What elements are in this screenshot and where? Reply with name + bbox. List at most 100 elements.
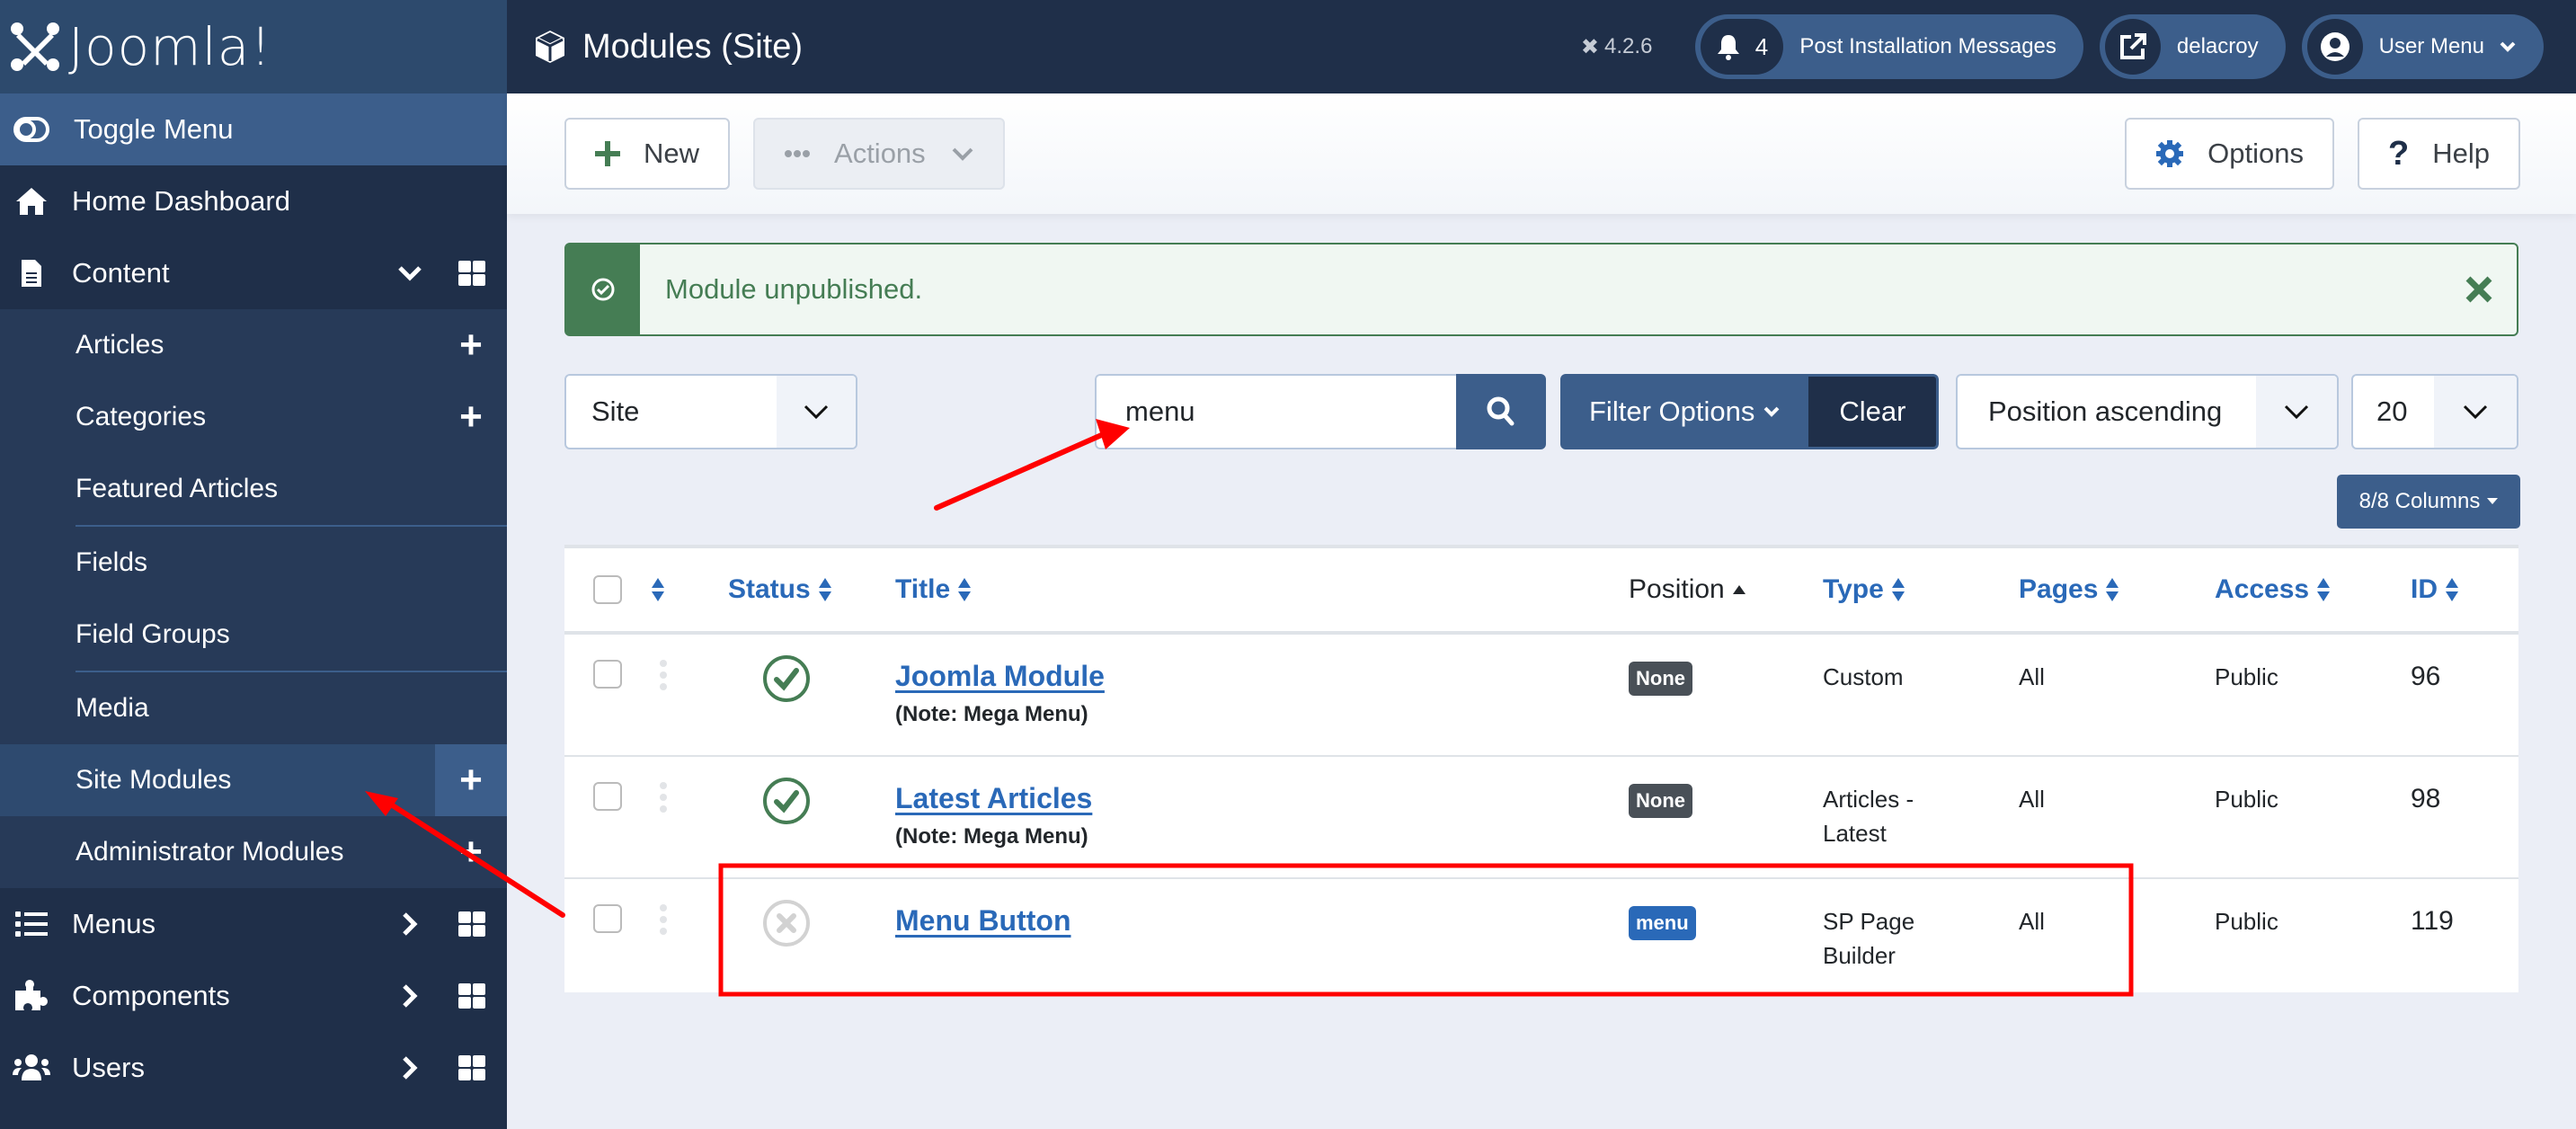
limit-select[interactable]: 20 [2351, 374, 2518, 449]
sidebar-item-components[interactable]: Components [0, 960, 507, 1032]
filter-options-button[interactable]: Filter Options [1560, 374, 1809, 449]
columns-toggle-button[interactable]: 8/8 Columns [2337, 475, 2520, 529]
clear-button[interactable]: Clear [1808, 374, 1940, 449]
sidebar-item-media[interactable]: Media [0, 672, 507, 744]
sidebar-item-featured-articles[interactable]: Featured Articles [0, 453, 507, 525]
help-button[interactable]: ? Help [2358, 118, 2520, 190]
module-pages: All [2019, 663, 2045, 690]
drag-handle-icon[interactable] [651, 782, 728, 813]
pages-header[interactable]: Pages [2019, 574, 2215, 605]
help-label: Help [2432, 138, 2490, 169]
view-site-button[interactable]: delacroy [2099, 14, 2286, 79]
type-line: SP Page [1823, 908, 1915, 935]
chevron-right-icon[interactable] [383, 1055, 437, 1080]
joomla-small-icon: ✖ [1580, 34, 1600, 59]
limit-select-value: 20 [2376, 396, 2408, 427]
chevron-right-icon[interactable] [383, 983, 437, 1009]
module-pages: All [2019, 908, 2045, 935]
list-icon [0, 911, 63, 938]
row-checkbox[interactable] [593, 782, 622, 811]
toggle-menu[interactable]: Toggle Menu [0, 93, 507, 165]
status-header[interactable]: Status [728, 574, 895, 605]
unpublished-x-icon[interactable] [762, 899, 811, 947]
field-groups-label: Field Groups [76, 619, 230, 649]
fields-label: Fields [76, 547, 148, 577]
module-title-link[interactable]: Latest Articles [895, 782, 1092, 814]
published-check-icon[interactable] [762, 654, 811, 703]
search-icon [1487, 396, 1515, 426]
type-header[interactable]: Type [1823, 574, 2019, 605]
sidebar-item-content[interactable]: Content [0, 237, 507, 309]
table-row: Latest Articles (Note: Mega Menu) None A… [564, 757, 2518, 879]
type-line: Latest [1823, 820, 1887, 847]
file-icon [0, 258, 63, 289]
users-icon [0, 1053, 63, 1082]
add-article-plus-icon[interactable]: + [435, 309, 507, 381]
sidebar-item-home[interactable]: Home Dashboard [0, 165, 507, 237]
sort-icon [652, 578, 664, 601]
categories-label: Categories [76, 402, 207, 431]
client-select[interactable]: Site [564, 374, 857, 449]
drag-handle-icon[interactable] [651, 660, 728, 690]
add-category-plus-icon[interactable]: + [435, 381, 507, 453]
sort-icon [958, 578, 972, 601]
row-checkbox[interactable] [593, 660, 622, 689]
module-title-link[interactable]: Joomla Module [895, 660, 1105, 692]
module-type: Custom [1823, 660, 2019, 694]
id-header[interactable]: ID [2411, 574, 2500, 605]
position-header[interactable]: Position [1629, 574, 1823, 605]
ordering-sort[interactable] [651, 577, 728, 602]
options-button[interactable]: Options [2125, 118, 2335, 190]
search-button[interactable] [1456, 374, 1546, 449]
title-header[interactable]: Title [895, 574, 1629, 605]
actions-label: Actions [834, 138, 926, 169]
published-check-icon[interactable] [762, 777, 811, 825]
site-modules-label: Site Modules [76, 765, 232, 795]
home-icon [0, 186, 63, 217]
module-id: 98 [2411, 784, 2441, 813]
dashboard-grid-icon[interactable] [437, 911, 507, 937]
brand-name: Joomla! [68, 16, 272, 77]
access-header[interactable]: Access [2215, 574, 2411, 605]
search-input[interactable]: menu [1095, 374, 1456, 449]
sidebar-item-articles[interactable]: Articles + [0, 309, 507, 381]
new-button[interactable]: New [564, 118, 731, 190]
module-title-link[interactable]: Menu Button [895, 904, 1071, 937]
type-header-label: Type [1823, 574, 1884, 604]
select-all-checkbox[interactable] [593, 575, 622, 604]
dashboard-grid-icon[interactable] [437, 261, 507, 286]
drag-handle-icon[interactable] [651, 904, 728, 935]
site-name-label: delacroy [2176, 34, 2259, 58]
sort-select[interactable]: Position ascending [1956, 374, 2339, 449]
version-text: 4.2.6 [1604, 34, 1653, 58]
row-checkbox[interactable] [593, 904, 622, 933]
dashboard-grid-icon[interactable] [437, 1055, 507, 1080]
sidebar-item-users[interactable]: Users [0, 1032, 507, 1104]
sidebar-item-categories[interactable]: Categories + [0, 381, 507, 453]
sidebar-item-fields[interactable]: Fields [0, 527, 507, 599]
sidebar-item-field-groups[interactable]: Field Groups [0, 599, 507, 671]
chevron-down-icon[interactable] [383, 265, 437, 281]
add-site-module-plus-icon[interactable]: + [435, 744, 507, 816]
list-controls: Position ascending 20 [1956, 374, 2518, 449]
sort-asc-icon [1732, 585, 1745, 594]
dashboard-grid-icon[interactable] [437, 983, 507, 1009]
module-type: SP Page Builder [1823, 904, 2019, 973]
chevron-down-icon [804, 404, 829, 420]
sort-icon [2317, 578, 2331, 601]
columns-label: 8/8 Columns [2358, 489, 2481, 513]
joomla-logo[interactable]: Joomla! [0, 0, 507, 93]
post-installation-messages-button[interactable]: 4 Post Installation Messages [1695, 14, 2083, 79]
sidebar-item-administrator-modules[interactable]: Administrator Modules + [0, 816, 507, 888]
user-menu-button[interactable]: User Menu [2301, 14, 2544, 79]
table-header: Status Title Position Type Pages Access … [564, 545, 2518, 635]
sidebar-item-site-modules[interactable]: Site Modules + [0, 744, 507, 816]
close-alert-button[interactable] [2465, 275, 2493, 304]
menus-label: Menus [72, 908, 156, 939]
sidebar-item-menus[interactable]: Menus [0, 888, 507, 960]
caret-down-icon [2487, 498, 2499, 504]
add-admin-module-plus-icon[interactable]: + [435, 816, 507, 888]
top-header: Modules (Site) ✖ 4.2.6 4 Post Installati… [507, 0, 2576, 93]
actions-button[interactable]: Actions [753, 118, 1005, 190]
chevron-right-icon[interactable] [383, 911, 437, 937]
